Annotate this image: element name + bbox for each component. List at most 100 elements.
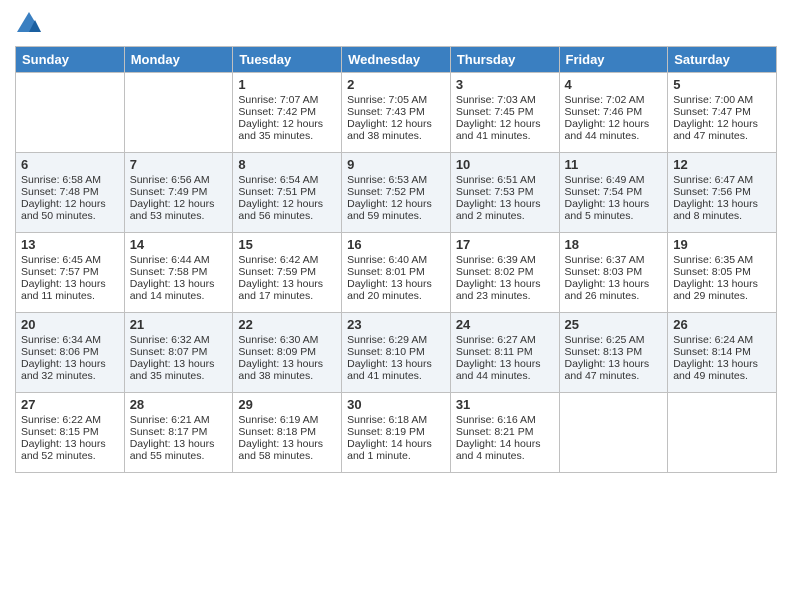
day-info: Sunrise: 6:25 AM: [565, 334, 663, 346]
day-info: Daylight: 13 hours and 58 minutes.: [238, 438, 336, 462]
day-info: Sunset: 8:21 PM: [456, 426, 554, 438]
day-info: Daylight: 12 hours and 59 minutes.: [347, 198, 445, 222]
calendar-header-friday: Friday: [559, 47, 668, 73]
day-info: Daylight: 13 hours and 17 minutes.: [238, 278, 336, 302]
day-info: Sunrise: 6:54 AM: [238, 174, 336, 186]
day-number: 24: [456, 317, 554, 332]
day-info: Daylight: 12 hours and 56 minutes.: [238, 198, 336, 222]
calendar-cell: 23Sunrise: 6:29 AMSunset: 8:10 PMDayligh…: [342, 313, 451, 393]
day-number: 28: [130, 397, 228, 412]
day-info: Sunrise: 6:22 AM: [21, 414, 119, 426]
day-info: Sunrise: 6:42 AM: [238, 254, 336, 266]
day-info: Sunset: 8:05 PM: [673, 266, 771, 278]
day-info: Sunset: 7:56 PM: [673, 186, 771, 198]
day-info: Sunset: 8:11 PM: [456, 346, 554, 358]
calendar-cell: 27Sunrise: 6:22 AMSunset: 8:15 PMDayligh…: [16, 393, 125, 473]
day-info: Daylight: 13 hours and 49 minutes.: [673, 358, 771, 382]
day-number: 16: [347, 237, 445, 252]
day-info: Sunrise: 6:32 AM: [130, 334, 228, 346]
calendar-header-thursday: Thursday: [450, 47, 559, 73]
calendar-cell: 13Sunrise: 6:45 AMSunset: 7:57 PMDayligh…: [16, 233, 125, 313]
calendar-cell: 17 Sunrise: 6:39 AMSunset: 8:02 PMDayligh…: [450, 233, 559, 313]
day-info: Sunset: 8:06 PM: [21, 346, 119, 358]
day-info: Daylight: 12 hours and 53 minutes.: [130, 198, 228, 222]
day-info: Sunset: 7:53 PM: [456, 186, 554, 198]
calendar-cell: 25Sunrise: 6:25 AMSunset: 8:13 PMDayligh…: [559, 313, 668, 393]
day-info: Sunrise: 7:00 AM: [673, 94, 771, 106]
day-info: Daylight: 14 hours and 4 minutes.: [456, 438, 554, 462]
calendar-cell: 8Sunrise: 6:54 AMSunset: 7:51 PMDaylight…: [233, 153, 342, 233]
calendar-cell: 20Sunrise: 6:34 AMSunset: 8:06 PMDayligh…: [16, 313, 125, 393]
day-info: Sunset: 7:47 PM: [673, 106, 771, 118]
calendar-header-wednesday: Wednesday: [342, 47, 451, 73]
day-info: Daylight: 13 hours and 20 minutes.: [347, 278, 445, 302]
day-info: Sunrise: 6:40 AM: [347, 254, 445, 266]
day-info: Daylight: 12 hours and 47 minutes.: [673, 118, 771, 142]
day-info: Sunrise: 6:21 AM: [130, 414, 228, 426]
day-number: 26: [673, 317, 771, 332]
header: [15, 10, 777, 38]
day-info: Sunrise: 7:05 AM: [347, 94, 445, 106]
calendar-cell: 15Sunrise: 6:42 AMSunset: 7:59 PMDayligh…: [233, 233, 342, 313]
calendar-cell: 14Sunrise: 6:44 AMSunset: 7:58 PMDayligh…: [124, 233, 233, 313]
calendar-week-row-5: 27 Sunrise: 6:22 AMSunset: 8:15 PM Dayligh…: [16, 393, 777, 473]
day-info: Sunrise: 6:30 AM: [238, 334, 336, 346]
day-number: 17: [456, 237, 554, 252]
day-number: 25: [565, 317, 663, 332]
day-info: Daylight: 12 hours and 38 minutes.: [347, 118, 445, 142]
day-number: 1: [238, 77, 336, 92]
day-number: 27: [21, 397, 119, 412]
day-info: Daylight: 13 hours and 2 minutes.: [456, 198, 554, 222]
day-number: 4: [565, 77, 663, 92]
day-info: Daylight: 12 hours and 50 minutes.: [21, 198, 119, 222]
day-info: Sunset: 8:14 PM: [673, 346, 771, 358]
day-number: 5: [673, 77, 771, 92]
day-info: Sunset: 8:02 PM: [456, 266, 554, 278]
calendar-cell: 1Sunrise: 7:07 AMSunset: 7:42 PMDaylight…: [233, 73, 342, 153]
day-info: Sunrise: 6:34 AM: [21, 334, 119, 346]
day-number: 19: [673, 237, 771, 252]
calendar-cell: 2Sunrise: 7:05 AMSunset: 7:43 PMDaylight…: [342, 73, 451, 153]
day-info: Daylight: 13 hours and 5 minutes.: [565, 198, 663, 222]
calendar-week-row-4: 20Sunrise: 6:34 AMSunset: 8:06 PMDayligh…: [16, 313, 777, 393]
day-info: Sunset: 8:09 PM: [238, 346, 336, 358]
calendar-cell: 3Sunrise: 7:03 AMSunset: 7:45 PMDaylight…: [450, 73, 559, 153]
day-info: Sunrise: 6:16 AM: [456, 414, 554, 426]
day-info: Sunset: 7:45 PM: [456, 106, 554, 118]
calendar-week-row-2: 6Sunrise: 6:58 AMSunset: 7:48 PMDaylight…: [16, 153, 777, 233]
day-info: Sunrise: 6:39 AM: [456, 254, 554, 266]
day-info: Sunrise: 6:27 AM: [456, 334, 554, 346]
calendar-cell: [124, 73, 233, 153]
day-info: Daylight: 14 hours and 1 minute.: [347, 438, 445, 462]
calendar-cell: 24Sunrise: 6:27 AMSunset: 8:11 PMDayligh…: [450, 313, 559, 393]
day-info: Daylight: 12 hours and 44 minutes.: [565, 118, 663, 142]
day-number: 31: [456, 397, 554, 412]
calendar-cell: 11Sunrise: 6:49 AMSunset: 7:54 PMDayligh…: [559, 153, 668, 233]
day-number: 8: [238, 157, 336, 172]
day-number: 9: [347, 157, 445, 172]
day-number: 12: [673, 157, 771, 172]
day-info: Sunset: 7:49 PM: [130, 186, 228, 198]
day-info: Sunrise: 6:19 AM: [238, 414, 336, 426]
day-number: 13: [21, 237, 119, 252]
day-info: Sunset: 8:13 PM: [565, 346, 663, 358]
day-number: 15: [238, 237, 336, 252]
calendar-cell: 6Sunrise: 6:58 AMSunset: 7:48 PMDaylight…: [16, 153, 125, 233]
calendar-cell: 9Sunrise: 6:53 AMSunset: 7:52 PMDaylight…: [342, 153, 451, 233]
day-info: Sunrise: 6:24 AM: [673, 334, 771, 346]
day-number: 6: [21, 157, 119, 172]
day-info: Daylight: 13 hours and 23 minutes.: [456, 278, 554, 302]
day-info: Sunset: 7:54 PM: [565, 186, 663, 198]
day-info: Sunset: 7:43 PM: [347, 106, 445, 118]
calendar-cell: 30Sunrise: 6:18 AMSunset: 8:19 PMDayligh…: [342, 393, 451, 473]
day-number: 14: [130, 237, 228, 252]
calendar-week-row-3: 13Sunrise: 6:45 AMSunset: 7:57 PMDayligh…: [16, 233, 777, 313]
calendar-header-saturday: Saturday: [668, 47, 777, 73]
calendar-cell: 28Sunrise: 6:21 AMSunset: 8:17 PMDayligh…: [124, 393, 233, 473]
day-info: Sunset: 8:03 PM: [565, 266, 663, 278]
calendar-cell: 22Sunrise: 6:30 AMSunset: 8:09 PMDayligh…: [233, 313, 342, 393]
logo: [15, 10, 47, 38]
day-info: Sunset: 8:15 PM: [21, 426, 119, 438]
day-info: Sunrise: 6:51 AM: [456, 174, 554, 186]
day-info: Sunrise: 7:07 AM: [238, 94, 336, 106]
